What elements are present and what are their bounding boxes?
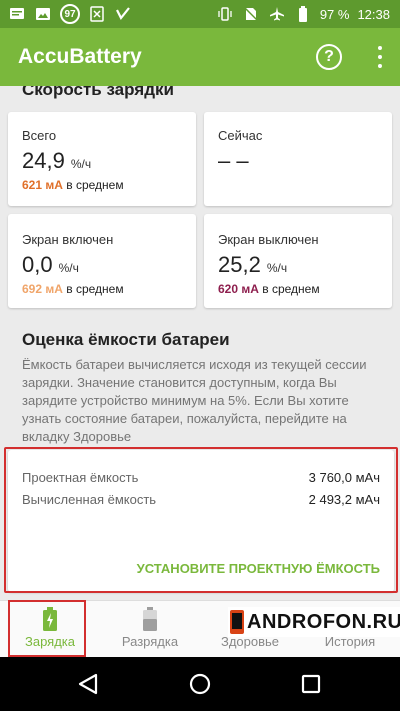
message-icon <box>8 5 26 23</box>
airplane-icon <box>268 5 286 23</box>
tab-label: Разрядка <box>121 634 179 649</box>
card-value: 24,9 %/ч <box>22 148 92 173</box>
current-speed-card: Сейчас – – <box>204 112 392 206</box>
charge-speed-title: Скорость зарядки <box>22 86 174 99</box>
back-icon[interactable] <box>77 672 99 701</box>
screen-on-card: Экран включен 0,0 %/ч 692 мА в среднем <box>8 214 196 308</box>
card-label: Экран выключен <box>218 232 319 247</box>
card-value: 0,0 %/ч <box>22 252 79 277</box>
card-label: Всего <box>22 128 57 143</box>
capacity-description: Ёмкость батареи вычисляется исходя из те… <box>22 357 367 444</box>
card-label: Экран включен <box>22 232 114 247</box>
app-bar: AccuBattery ? <box>0 28 400 86</box>
total-speed-card: Всего 24,9 %/ч 621 мА в среднем <box>8 112 196 206</box>
capacity-title: Оценка ёмкости батареи <box>22 330 230 349</box>
excel-icon <box>88 5 106 23</box>
battery-percent: 97 % <box>319 6 350 22</box>
clock: 12:38 <box>357 6 390 22</box>
system-navigation-bar <box>0 657 400 711</box>
app-check-icon <box>114 5 132 23</box>
battery-status-icon <box>294 5 312 23</box>
vibrate-icon <box>216 5 234 23</box>
home-icon[interactable] <box>188 672 212 701</box>
screen-off-card: Экран выключен 25,2 %/ч 620 мА в среднем <box>204 214 392 308</box>
tab-discharging[interactable]: Разрядка <box>100 601 200 658</box>
no-sim-icon <box>242 5 260 23</box>
card-average: 621 мА в среднем <box>22 178 124 192</box>
status-bar: 97 97 % 12:38 <box>0 0 400 28</box>
battery-icon <box>143 607 157 636</box>
recents-icon[interactable] <box>300 672 322 701</box>
watermark: ANDROFON.RU <box>228 607 400 637</box>
phone-logo-icon <box>230 610 244 634</box>
help-icon[interactable]: ? <box>316 44 342 70</box>
app-title: AccuBattery <box>18 45 142 68</box>
watermark-text: ANDROFON.RU <box>247 610 400 633</box>
capacity-highlight-frame <box>4 447 398 593</box>
card-value: – – <box>218 148 249 173</box>
card-average: 692 мА в среднем <box>22 282 124 296</box>
more-options-icon[interactable] <box>376 46 384 68</box>
main-content[interactable]: Скорость зарядки Всего 24,9 %/ч 621 мА в … <box>0 86 400 600</box>
notification-badge: 97 <box>60 4 80 24</box>
card-value: 25,2 %/ч <box>218 252 288 277</box>
gallery-icon <box>34 5 52 23</box>
tab-highlight-frame <box>8 600 86 657</box>
card-label: Сейчас <box>218 128 263 143</box>
card-average: 620 мА в среднем <box>218 282 320 296</box>
